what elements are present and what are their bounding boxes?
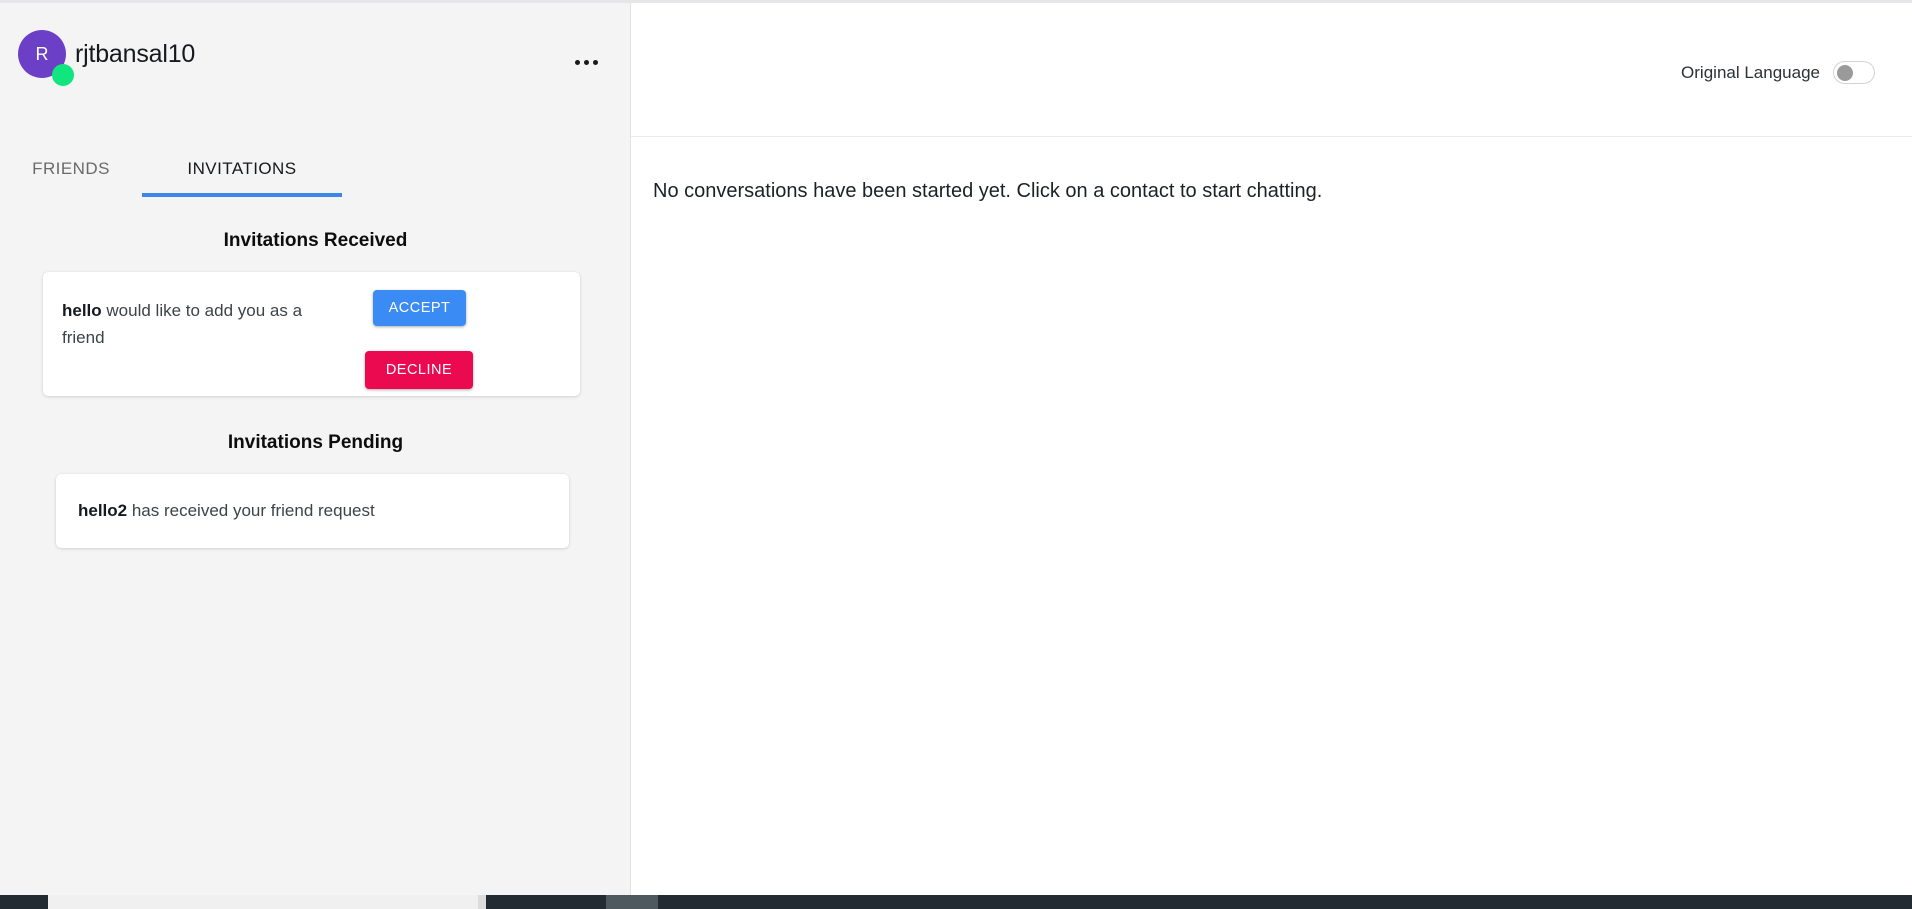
invitations-pending-heading: Invitations Pending [227, 432, 404, 453]
sidebar-tabs: FRIENDS INVITATIONS [0, 140, 631, 197]
invitation-recipient-name: hello2 [78, 501, 128, 520]
contacts-sidebar: R rjtbansal10 FRIENDS INVITATIONS Invita… [0, 3, 631, 895]
toggle-knob-icon [1837, 64, 1853, 81]
presence-online-icon [52, 64, 74, 86]
tab-friends[interactable]: FRIENDS [0, 140, 142, 197]
ellipsis-dot [592, 59, 598, 65]
taskbar-segment [486, 895, 606, 909]
current-user-profile[interactable]: R rjtbansal10 [18, 29, 196, 86]
empty-conversation-message: No conversations have been started yet. … [653, 180, 1323, 202]
original-language-toggle[interactable] [1833, 61, 1875, 84]
invitation-received-card: hello would like to add you as a friend … [43, 272, 580, 396]
os-taskbar-strip [0, 895, 1912, 909]
original-language-label: Original Language [1681, 62, 1820, 82]
invitation-pending-message: has received your friend request [127, 501, 375, 520]
taskbar-segment [606, 895, 658, 909]
taskbar-segment [48, 895, 478, 909]
ellipsis-dot [583, 59, 589, 65]
app-shell: R rjtbansal10 FRIENDS INVITATIONS Invita… [0, 3, 1912, 895]
avatar: R [18, 30, 74, 86]
ellipsis-icon[interactable] [566, 49, 606, 75]
invitation-sender-name: hello [62, 301, 102, 320]
sidebar-header: R rjtbansal10 [0, 3, 630, 140]
original-language-control[interactable]: Original Language [1681, 61, 1875, 84]
current-username: rjtbansal10 [75, 39, 196, 68]
invitations-received-heading: Invitations Received [223, 230, 408, 251]
taskbar-segment [478, 895, 486, 909]
invitation-pending-card: hello2 has received your friend request [56, 474, 569, 548]
accept-button[interactable]: ACCEPT [373, 290, 466, 326]
ellipsis-dot [574, 59, 580, 65]
conversation-panel: Original Language No conversations have … [631, 3, 1912, 895]
invitation-received-text: hello would like to add you as a friend [62, 297, 342, 351]
invitation-pending-text: hello2 has received your friend request [78, 501, 375, 521]
tab-invitations[interactable]: INVITATIONS [142, 140, 342, 197]
conversation-header: Original Language [631, 3, 1912, 137]
conversation-body: No conversations have been started yet. … [631, 138, 1912, 895]
invitations-panel: Invitations Received hello would like to… [0, 197, 631, 895]
decline-button[interactable]: DECLINE [365, 351, 473, 389]
taskbar-segment [658, 895, 1912, 909]
